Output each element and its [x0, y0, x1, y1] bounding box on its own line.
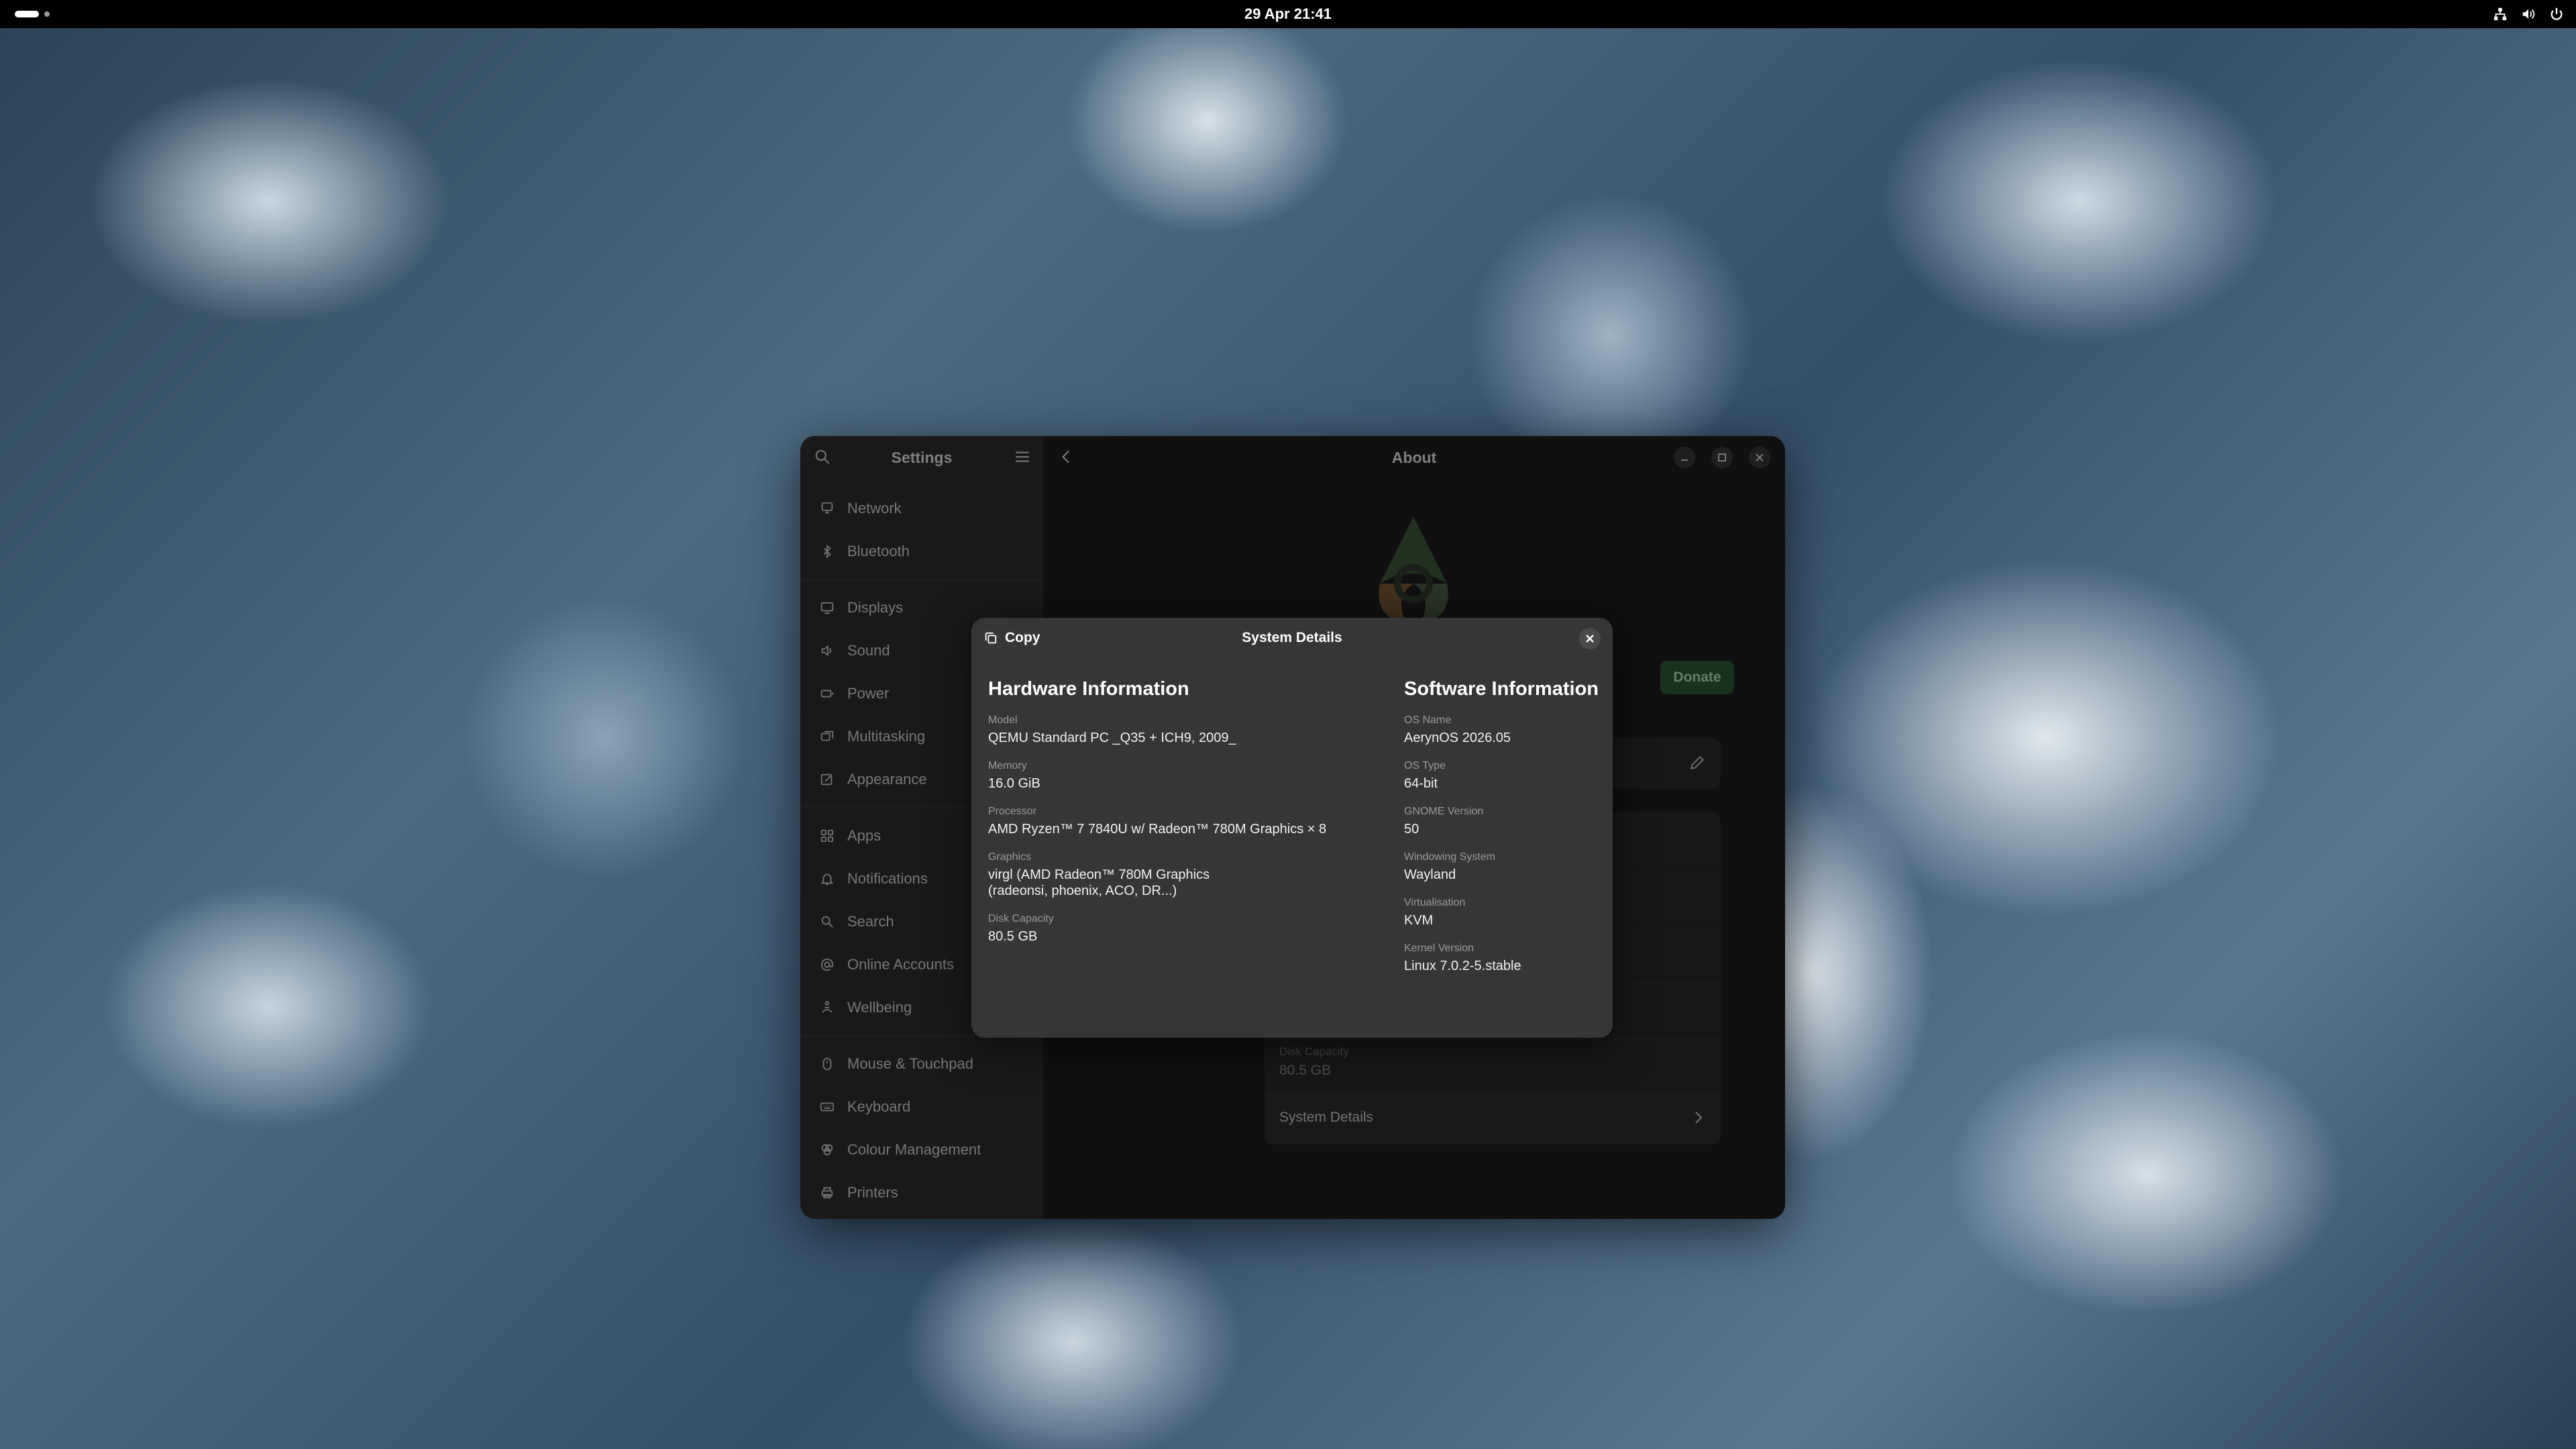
- detail-field-label: Kernel Version: [1404, 943, 1474, 954]
- detail-field-value: QEMU Standard PC _Q35 + ICH9, 2009_: [988, 731, 1236, 745]
- detail-field-label: Model: [988, 714, 1018, 726]
- detail-field: Disk Capacity 80.5 GB: [988, 912, 1054, 945]
- detail-field-value-continued: (radeonsi, phoenix, ACO, DR...): [988, 883, 1177, 898]
- software-section-title: Software Information: [1404, 678, 1599, 700]
- detail-field: Model QEMU Standard PC _Q35 + ICH9, 2009_: [988, 714, 1236, 746]
- top-bar: 29 Apr 21:41: [0, 0, 2576, 28]
- detail-field: Windowing System Wayland: [1404, 851, 1495, 883]
- dialog-close-button[interactable]: [1579, 628, 1601, 649]
- dialog-title: System Details: [1242, 630, 1342, 645]
- detail-field-label: Processor: [988, 806, 1037, 817]
- clock[interactable]: 29 Apr 21:41: [0, 0, 2576, 28]
- power-icon[interactable]: [2549, 7, 2564, 21]
- detail-field: Graphics virgl (AMD Radeon™ 780M Graphics…: [988, 851, 1210, 899]
- detail-field: Processor AMD Ryzen™ 7 7840U w/ Radeon™ 7…: [988, 805, 1326, 837]
- detail-field-label: Graphics: [988, 851, 1032, 863]
- detail-field-value: 64-bit: [1404, 776, 1438, 791]
- detail-field-label: GNOME Version: [1404, 806, 1484, 817]
- detail-field-value: Wayland: [1404, 867, 1456, 882]
- network-wired-icon[interactable]: [2493, 7, 2508, 21]
- detail-field: Virtualisation KVM: [1404, 896, 1465, 928]
- detail-field-value: 50: [1404, 822, 1419, 837]
- detail-field-label: Windowing System: [1404, 851, 1496, 863]
- close-icon: [1586, 635, 1594, 643]
- hardware-section-title: Hardware Information: [988, 678, 1189, 700]
- detail-field: Kernel Version Linux 7.0.2-5.stable: [1404, 942, 1521, 974]
- detail-field-value: Linux 7.0.2-5.stable: [1404, 959, 1521, 973]
- detail-field-value: 80.5 GB: [988, 929, 1038, 944]
- detail-field: OS Type 64-bit: [1404, 759, 1446, 792]
- detail-field-value: AMD Ryzen™ 7 7840U w/ Radeon™ 780M Graph…: [988, 822, 1327, 837]
- detail-field-label: OS Type: [1404, 760, 1446, 771]
- dialog-header: Copy System Details: [971, 618, 1613, 658]
- detail-field-label: Virtualisation: [1404, 897, 1466, 908]
- detail-field-label: OS Name: [1404, 714, 1452, 726]
- detail-field-label: Disk Capacity: [988, 913, 1054, 924]
- detail-field-value: AerynOS 2026.05: [1404, 731, 1511, 745]
- detail-field-value: KVM: [1404, 913, 1434, 928]
- detail-field-value: virgl (AMD Radeon™ 780M Graphics: [988, 867, 1210, 882]
- detail-field: OS Name AerynOS 2026.05: [1404, 714, 1511, 746]
- detail-field: Memory 16.0 GiB: [988, 759, 1040, 792]
- detail-field: GNOME Version 50: [1404, 805, 1483, 837]
- volume-icon[interactable]: [2521, 7, 2536, 21]
- system-details-dialog: Copy System Details Hardware Information…: [971, 618, 1613, 1038]
- system-tray[interactable]: [2493, 0, 2564, 28]
- detail-field-value: 16.0 GiB: [988, 776, 1040, 791]
- detail-field-label: Memory: [988, 760, 1027, 771]
